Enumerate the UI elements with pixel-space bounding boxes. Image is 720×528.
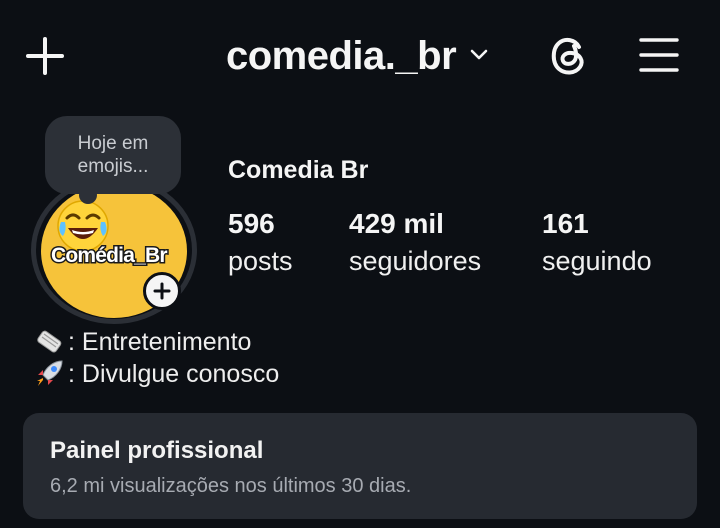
bio: : Entretenimento : Divulgue conosco [34, 326, 279, 390]
newspaper-scroll-icon [37, 330, 62, 353]
bio-line: : Divulgue conosco [34, 358, 279, 390]
hamburger-menu-icon[interactable] [636, 34, 682, 76]
note-bubble[interactable]: Hoje em emojis... [45, 116, 181, 204]
followers-label: seguidores [349, 246, 482, 276]
bio-text: : Divulgue conosco [68, 359, 280, 388]
profile-screen: comedia._br Comédia_Br Hoje em emojis...… [0, 0, 720, 528]
dashboard-title: Painel profissional [50, 437, 264, 464]
following-stat[interactable]: 161 seguindo [542, 206, 652, 280]
chevron-down-icon [468, 43, 490, 70]
display-name: Comedia Br [228, 156, 369, 184]
add-story-button[interactable] [143, 272, 181, 310]
dashboard-subtitle: 6,2 mi visualizações nos últimos 30 dias… [50, 475, 412, 497]
avatar-text: Comédia_Br [50, 243, 170, 269]
following-count: 161 [542, 208, 589, 239]
followers-stat[interactable]: 429 mil seguidores [349, 206, 481, 280]
bio-line: : Entretenimento [34, 326, 279, 358]
account-switcher[interactable]: comedia._br [226, 30, 490, 82]
posts-stat[interactable]: 596 posts [228, 206, 293, 280]
plus-icon [153, 282, 171, 300]
top-bar: comedia._br [0, 0, 720, 112]
threads-icon[interactable] [544, 31, 594, 81]
rocket-icon [37, 360, 63, 386]
followers-count: 429 mil [349, 208, 444, 239]
posts-label: posts [228, 246, 293, 276]
bio-text: : Entretenimento [68, 327, 252, 356]
following-label: seguindo [542, 246, 652, 276]
note-text: Hoje em emojis... [77, 133, 149, 177]
posts-count: 596 [228, 208, 275, 239]
professional-dashboard-card[interactable]: Painel profissional 6,2 mi visualizações… [23, 413, 697, 519]
username: comedia._br [226, 33, 457, 78]
plus-icon[interactable] [22, 33, 68, 79]
